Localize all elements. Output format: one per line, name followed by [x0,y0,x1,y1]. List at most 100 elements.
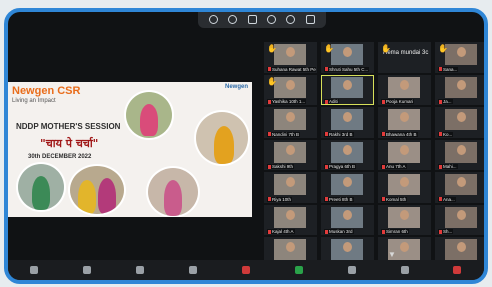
brand-subtitle: Living an Impact [12,98,56,104]
participant-tile[interactable]: Sana... ✋ [435,42,484,73]
participant-tile[interactable]: Ko... [435,107,484,138]
settings-icon[interactable] [286,14,296,24]
participant-tile[interactable]: Anu 7th A [378,139,431,170]
participant-tile[interactable]: Mahi... [435,139,484,170]
shared-slide: Newgen CSR Living an Impact Newgen NDDP … [8,82,252,217]
slide-photo [70,166,124,214]
participant-name-text: Pooja Kumari [386,99,414,104]
participant-name: Anu 7th A [381,164,407,169]
participant-tile[interactable]: Pooja Kumari [378,74,431,105]
session-title: NDDP MOTHER'S SESSION [16,122,121,131]
muted-mic-icon [268,99,271,104]
muted-mic-icon [268,197,271,202]
muted-mic-icon [268,132,271,137]
record-icon[interactable] [347,266,356,274]
screen-share-toolbar [198,12,326,28]
raised-hand-icon: ✋ [267,44,277,53]
share-screen-button-icon[interactable] [294,266,303,274]
participant-name: Ko... [438,131,454,137]
muted-mic-icon [268,229,271,234]
participant-name: Sakshi 9th [267,164,295,169]
pause-icon[interactable] [228,14,238,24]
end-meeting-icon[interactable] [453,266,462,274]
participant-name: Bhawana 4th B [381,131,418,137]
participant-name-text: Simran 6th [386,229,408,234]
stop-share-icon[interactable] [305,14,315,24]
participant-tile[interactable]: Shruti Sahu 5th C... ✋ [321,42,374,73]
participant-tile[interactable]: Hema mundai 3c ✋ [378,42,431,73]
participant-name-text: Yashika 10th 1... [272,99,306,104]
share-screen-icon[interactable] [209,14,219,24]
video-icon[interactable] [83,266,92,274]
participant-tile[interactable]: Pragya 6th B [321,139,374,170]
brand-title: Newgen CSR [12,85,81,97]
participant-tile[interactable]: Sh... [435,204,484,235]
scroll-down-icon[interactable]: ▼ [388,250,398,259]
participant-tile[interactable]: Preeti 8th B [321,172,374,203]
muted-mic-icon [439,229,442,234]
muted-mic-icon [325,99,328,104]
slide-photo [196,112,248,164]
annotate-icon[interactable] [247,14,257,24]
muted-mic-icon [439,132,442,137]
chat-icon[interactable] [241,266,250,274]
participant-tile[interactable]: Nandini 7th B [264,107,317,138]
participant-tile[interactable]: Simran 6th [378,204,431,235]
participant-name: Ana... [438,196,456,202]
participant-name: Simran 6th [381,229,409,234]
mute-icon[interactable] [30,266,39,274]
participant-face [457,209,467,220]
hindi-title: "चाय पे चर्चा" [40,137,99,150]
participant-name: Yashika 10th 1... [267,99,307,104]
participant-tile[interactable]: Aditi [321,74,374,105]
participant-tile[interactable]: Suhana Rawat 5th Pe... ✋ [264,42,317,73]
participant-face [457,144,467,155]
muted-mic-icon [382,132,385,137]
participants-icon[interactable] [189,266,198,274]
participant-name-text: Preeti 8th B [329,196,353,202]
participant-face [343,209,353,220]
participant-tile[interactable]: Ja... [435,74,484,105]
participant-name: Rakhi 3rd B [324,131,354,137]
participant-tile[interactable]: Muskan 3rd [321,204,374,235]
participant-tile[interactable]: Yashika 10th 1... ✋ [264,74,317,105]
participant-name: Kajal 4th A [267,229,295,234]
participant-name: Shruti Sahu 5th C... [324,66,370,72]
participant-name: Riya 10th [267,196,293,202]
participant-name: Aditi [324,99,339,104]
participant-tile[interactable]: Rakhi 3rd B [321,107,374,138]
participant-name-text: Ja... [443,99,452,104]
participant-tile[interactable]: Kajal 4th A [264,204,317,235]
participant-name-text: Pragya 6th B [329,164,356,169]
participant-name-text: Nandini 7th B [272,131,300,137]
participant-name: Komal 5th [381,196,408,202]
participant-tile[interactable]: Sakshi 9th [264,139,317,170]
participant-face [343,144,353,155]
participant-name-text: Sakshi 9th [272,164,294,169]
participant-face [400,79,410,90]
participant-tile[interactable]: Bhawana 4th B [378,107,431,138]
participant-name-text: Ko... [443,131,453,137]
muted-mic-icon [325,229,328,234]
reactions-icon[interactable] [400,266,409,274]
participant-name: Nandini 7th B [267,131,301,137]
mic-icon[interactable] [267,14,277,24]
participant-face [343,79,353,90]
security-icon[interactable] [136,266,145,274]
participant-name: Sana... [438,66,459,72]
participant-name-text: Muskan 3rd [329,229,353,234]
muted-mic-icon [439,164,442,169]
participant-name-text: Komal 5th [386,196,407,202]
slide-photo [18,164,64,210]
raised-hand-icon: ✋ [381,44,391,53]
participant-name: Mahi... [438,164,458,169]
participant-gallery: Suhana Rawat 5th Pe... ✋ Shruti Sahu 5th C… [264,42,484,268]
muted-mic-icon [325,197,328,202]
participant-name-text: Mahi... [443,164,457,169]
participant-name-text: Kajal 4th A [272,229,294,234]
participant-face [286,144,296,155]
participant-tile[interactable]: Ana... [435,172,484,203]
participant-tile[interactable]: Riya 10th [264,172,317,203]
muted-mic-icon [439,197,442,202]
participant-tile[interactable]: Komal 5th [378,172,431,203]
